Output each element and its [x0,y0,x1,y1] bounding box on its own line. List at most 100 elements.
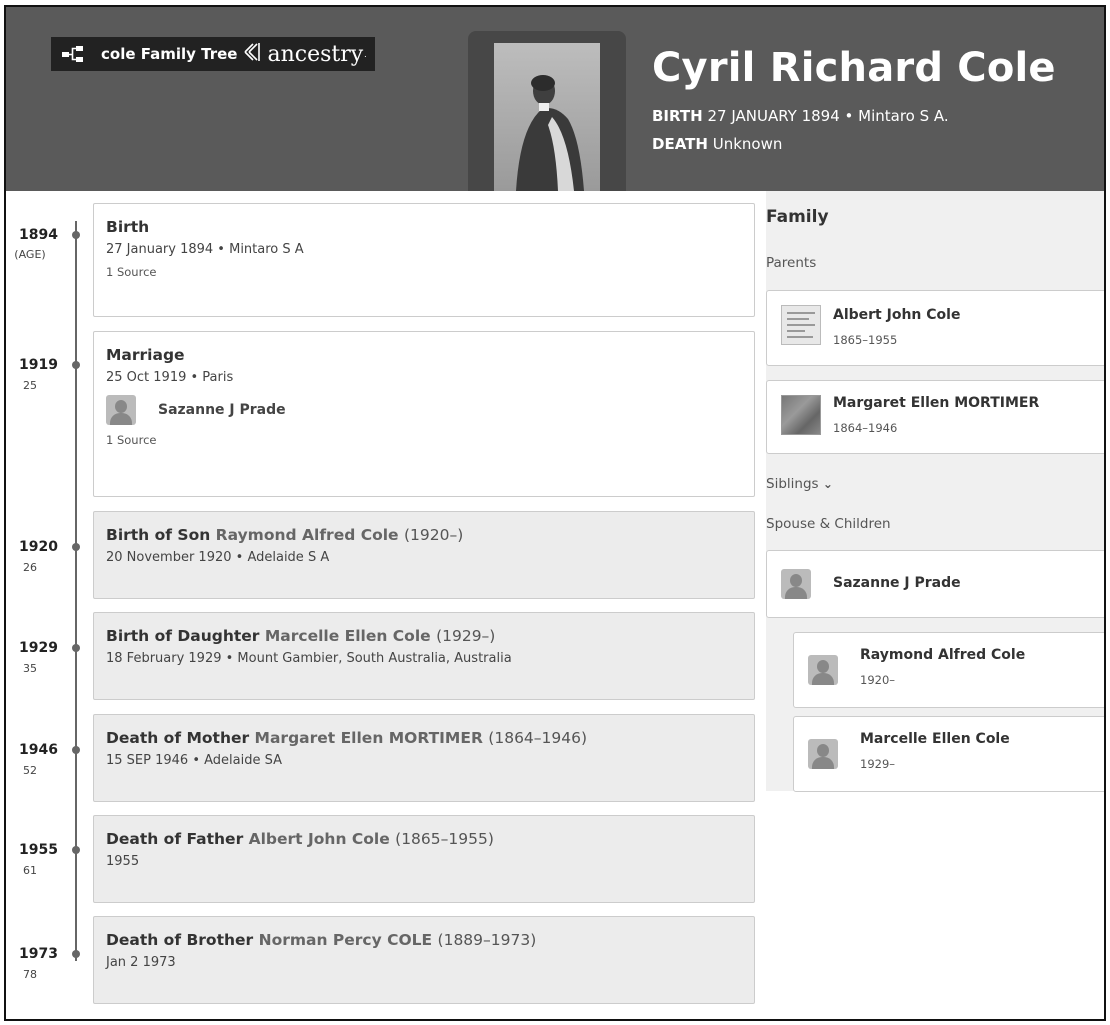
event-detail: 18 February 1929 • Mount Gambier, South … [106,651,512,666]
related-person-link[interactable]: Albert John Cole [249,830,390,848]
event-title: Marriage [106,346,185,364]
person-avatar-icon [808,655,838,685]
event-source-count[interactable]: 1 Source [106,265,742,279]
event-source-count[interactable]: 1 Source [106,433,742,447]
birth-label: BIRTH [652,107,703,125]
chevron-down-icon: ⌄ [822,477,833,491]
person-header: cole Family Tree ancestry. Cyril Richard… [6,7,1104,191]
tree-switcher-button[interactable]: cole Family Tree ancestry. [51,37,375,71]
related-person-link[interactable]: Raymond Alfred Cole [216,526,399,544]
event-type: Death of Father [106,830,244,848]
event-title: Birth [106,218,150,236]
event-card-birth-of-daughter[interactable]: Birth of Daughter Marcelle Ellen Cole (1… [93,612,755,700]
event-year: 1894 [19,227,58,243]
death-label: DEATH [652,135,708,153]
event-title: Death of Brother Norman Percy COLE (1889… [106,931,742,949]
event-type: Birth of Son [106,526,211,544]
child-name: Marcelle Ellen Cole [860,731,1010,747]
child-card[interactable]: Marcelle Ellen Cole 1929– [793,716,1104,792]
event-year: 1929 [19,640,58,656]
event-type: Birth of Daughter [106,627,260,645]
related-person-link[interactable]: Norman Percy COLE [259,931,433,949]
related-person-dates: (1929–) [436,627,496,645]
event-age: 35 [23,662,37,675]
person-avatar-icon [781,569,811,599]
related-person-link[interactable]: Margaret Ellen MORTIMER [255,729,483,747]
related-person-link[interactable]: Marcelle Ellen Cole [265,627,431,645]
event-detail: 25 Oct 1919 • Paris [106,370,234,385]
family-tree-icon [61,43,87,65]
event-age: 52 [23,764,37,777]
parent-years: 1865–1955 [833,333,898,347]
spouse-name: Sazanne J Prade [833,575,961,591]
event-year: 1973 [19,946,58,962]
parents-heading: Parents [766,255,817,271]
event-detail: 15 SEP 1946 • Adelaide SA [106,753,283,768]
event-card-death-of-mother[interactable]: Death of Mother Margaret Ellen MORTIMER … [93,714,755,802]
parent-photo-thumbnail [781,395,821,435]
event-title: Birth of Daughter Marcelle Ellen Cole (1… [106,627,742,645]
marriage-spouse-link[interactable]: Sazanne J Prade [106,395,742,425]
timeline-dot [72,644,80,652]
event-title: Birth of Son Raymond Alfred Cole (1920–) [106,526,742,544]
related-person-dates: (1889–1973) [437,931,537,949]
event-detail: 1955 [106,854,140,869]
person-avatar-icon [808,739,838,769]
birth-value: 27 JANUARY 1894 • Mintaro S A. [707,107,949,125]
tree-name: cole Family Tree [101,45,238,63]
death-value: Unknown [712,135,783,153]
event-age: 78 [23,968,37,981]
child-years: 1920– [860,673,896,687]
event-detail: 27 January 1894 • Mintaro S A [106,242,304,257]
page-frame: cole Family Tree ancestry. Cyril Richard… [4,5,1106,1021]
timeline-dot [72,231,80,239]
related-person-dates: (1865–1955) [395,830,494,848]
ancestry-logo: ancestry. [243,41,367,67]
event-age: 26 [23,561,37,574]
child-years: 1929– [860,757,896,771]
timeline-dot [72,950,80,958]
profile-photo [494,43,600,191]
record-document-icon [781,305,821,345]
siblings-label: Siblings [766,476,819,492]
event-age: 25 [23,379,37,392]
spouse-children-heading: Spouse & Children [766,516,891,532]
child-name: Raymond Alfred Cole [860,647,1026,663]
parent-card-mother[interactable]: Margaret Ellen MORTIMER 1864–1946 [766,380,1104,454]
event-age: (AGE) [14,248,46,261]
timeline-dot [72,746,80,754]
family-panel: Family Parents Albert John Cole 1865–195… [766,191,1104,792]
event-type: Death of Brother [106,931,254,949]
event-title: Death of Mother Margaret Ellen MORTIMER … [106,729,742,747]
timeline-dot [72,543,80,551]
parent-name: Margaret Ellen MORTIMER [833,395,1040,411]
spouse-card[interactable]: Sazanne J Prade [766,550,1104,618]
event-detail: 20 November 1920 • Adelaide S A [106,550,330,565]
event-age: 61 [23,864,37,877]
event-type: Death of Mother [106,729,250,747]
event-card-birth-of-son[interactable]: Birth of Son Raymond Alfred Cole (1920–)… [93,511,755,599]
profile-photo-frame[interactable] [468,31,626,191]
ancestry-brand-text: ancestry [267,41,364,67]
event-title: Death of Father Albert John Cole (1865–1… [106,830,742,848]
timeline-dot [72,361,80,369]
timeline-dot [72,846,80,854]
family-heading: Family [766,207,829,227]
ancestry-leaf-icon [243,42,265,67]
event-card-marriage[interactable]: Marriage 25 Oct 1919 • Paris Sazanne J P… [93,331,755,497]
birth-summary: BIRTH 27 JANUARY 1894 • Mintaro S A. [652,107,949,125]
siblings-toggle[interactable]: Siblings ⌄ [766,476,833,492]
related-person-dates: (1920–) [403,526,464,544]
event-year: 1946 [19,742,58,758]
event-card-death-of-brother[interactable]: Death of Brother Norman Percy COLE (1889… [93,916,755,1004]
event-card-death-of-father[interactable]: Death of Father Albert John Cole (1865–1… [93,815,755,903]
event-year: 1919 [19,357,58,373]
person-name: Cyril Richard Cole [652,45,1056,91]
child-card[interactable]: Raymond Alfred Cole 1920– [793,632,1104,708]
person-avatar-icon [106,395,136,425]
related-person-dates: (1864–1946) [488,729,588,747]
life-events-timeline: 1894 (AGE) Birth 27 January 1894 • Minta… [6,191,766,1019]
event-card-birth[interactable]: Birth 27 January 1894 • Mintaro S A 1 So… [93,203,755,317]
event-detail: Jan 2 1973 [106,955,176,970]
parent-card-father[interactable]: Albert John Cole 1865–1955 [766,290,1104,366]
